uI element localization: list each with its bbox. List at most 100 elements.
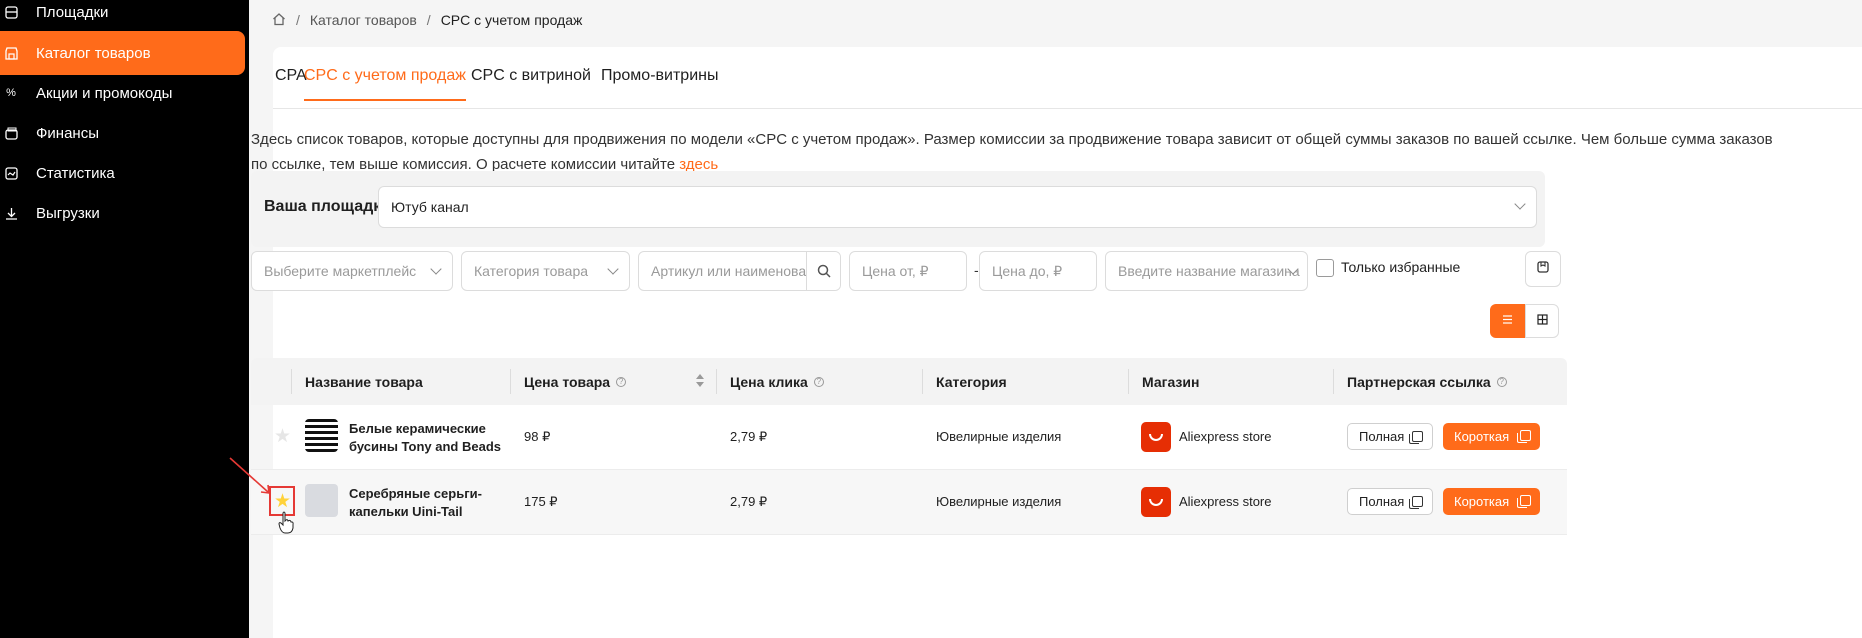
header-product-name: Название товара [305,374,423,390]
product-name[interactable]: Серебряные серьги-капельки Uini-Tail [349,485,519,521]
chevron-down-icon [607,263,619,275]
sidebar-item-label: Финансы [36,124,99,142]
price-range-dash: - [974,262,979,278]
breadcrumb-current: CPC с учетом продаж [440,12,583,28]
platform-select[interactable]: Ютуб канал [378,186,1537,228]
download-icon [4,206,18,220]
product-thumbnail [305,419,338,452]
shop-select[interactable]: Введите название магазина [1105,251,1308,291]
shop-name: Aliexpress store [1179,429,1272,444]
product-price: 175 ₽ [524,494,558,509]
header-price[interactable]: Цена товара? [524,374,627,390]
grid-icon [1536,312,1548,330]
search-icon[interactable] [806,252,840,290]
breadcrumb-separator: / [296,12,300,28]
full-link-label: Полная [1359,494,1405,509]
price-from-input[interactable]: Цена от, ₽ [849,251,967,291]
platform-value: Ютуб канал [391,199,469,215]
price-to-placeholder: Цена до, ₽ [992,263,1063,279]
marketplace-select[interactable]: Выберите маркетплейс [251,251,453,291]
copy-full-link-button[interactable]: Полная [1347,423,1433,450]
bookmark-icon [1537,260,1549,278]
sidebar-item-platforms[interactable]: Площадки [0,0,245,34]
grid-view-button[interactable] [1525,304,1559,338]
platform-panel: Ваша площадка Ютуб канал [251,171,1545,247]
tab-cpa[interactable]: CPA [275,67,307,99]
table-row: ★ Белые керамические бусины Tony and Bea… [251,405,1567,470]
search-placeholder: Артикул или наименова... [651,263,818,279]
sort-icon[interactable] [695,373,705,389]
product-category: Ювелирные изделия [936,429,1062,444]
breadcrumb: / Каталог товаров / CPC с учетом продаж [272,10,582,30]
header-price-label: Цена товара [524,374,611,390]
breadcrumb-separator: / [426,12,431,28]
home-icon[interactable] [272,12,286,29]
header-partner-link: Партнерская ссылка? [1347,374,1507,390]
header-partner-link-label: Партнерская ссылка [1347,374,1491,390]
click-price: 2,79 ₽ [730,494,768,509]
tab-promo-showcases[interactable]: Промо-витрины [601,67,718,99]
favorites-checkbox[interactable] [1316,259,1334,277]
column-divider [1128,369,1129,394]
favorite-star-icon[interactable]: ★ [274,427,291,446]
product-thumbnail [305,484,338,517]
info-icon[interactable]: ? [1496,377,1507,387]
tab-cpc-showcase[interactable]: CPC с витриной [471,67,591,99]
sidebar-item-statistics[interactable]: Статистика [0,151,245,195]
wallet-icon [4,126,18,140]
aliexpress-logo-icon [1141,422,1171,452]
product-name[interactable]: Белые керамические бусины Tony and Beads [349,420,519,456]
hand-cursor-icon [278,511,294,534]
list-view-button[interactable] [1490,304,1525,338]
tab-cpc-sales[interactable]: CPC с учетом продаж [304,67,466,101]
info-icon[interactable]: ? [813,377,824,387]
full-link-label: Полная [1359,429,1405,444]
platform-label: Ваша площадка [264,198,391,215]
save-filter-button[interactable] [1525,251,1561,287]
copy-icon [1517,495,1531,508]
table-header: Название товара Цена товара? Цена клика?… [251,358,1567,405]
copy-short-link-button[interactable]: Короткая [1443,488,1540,515]
building-icon [4,5,18,19]
annotation-arrow-icon [229,457,270,494]
column-divider [922,369,923,394]
description-text: Здесь список товаров, которые доступны д… [251,131,1773,173]
sidebar-item-finance[interactable]: Финансы [0,111,245,155]
category-select[interactable]: Категория товара [461,251,630,291]
column-divider [510,369,511,394]
store-icon [4,46,18,60]
search-input[interactable]: Артикул или наименова... [638,251,841,291]
copy-full-link-button[interactable]: Полная [1347,488,1433,515]
percent-icon: % [6,87,16,99]
sidebar-item-label: Статистика [36,164,115,182]
click-price: 2,79 ₽ [730,429,768,444]
header-shop: Магазин [1142,374,1200,390]
copy-short-link-button[interactable]: Короткая [1443,423,1540,450]
category-placeholder: Категория товара [474,263,589,279]
sidebar-item-label: Выгрузки [36,204,100,222]
header-click-price-label: Цена клика [730,374,808,390]
info-icon[interactable]: ? [616,377,627,387]
sidebar-item-label: Площадки [36,3,109,21]
sidebar-item-label: Каталог товаров [36,44,151,62]
chevron-down-icon [1514,198,1526,210]
copy-icon [1517,430,1531,443]
product-category: Ювелирные изделия [936,494,1062,509]
column-divider [1333,369,1334,394]
sidebar-item-promotions[interactable]: % Акции и промокоды [0,71,245,115]
header-category: Категория [936,374,1007,390]
shop-placeholder: Введите название магазина [1118,263,1300,279]
sidebar-item-catalog[interactable]: Каталог товаров [0,31,245,75]
column-divider [716,369,717,394]
list-icon [1502,312,1513,330]
marketplace-placeholder: Выберите маркетплейс [264,263,417,279]
description: Здесь список товаров, которые доступны д… [251,127,1791,177]
price-to-input[interactable]: Цена до, ₽ [979,251,1097,291]
sidebar-item-exports[interactable]: Выгрузки [0,191,245,235]
copy-icon [1409,431,1423,444]
short-link-label: Короткая [1454,429,1510,444]
copy-icon [1409,496,1423,509]
breadcrumb-catalog[interactable]: Каталог товаров [310,12,417,28]
product-price: 98 ₽ [524,429,551,444]
header-click-price: Цена клика? [730,374,824,390]
